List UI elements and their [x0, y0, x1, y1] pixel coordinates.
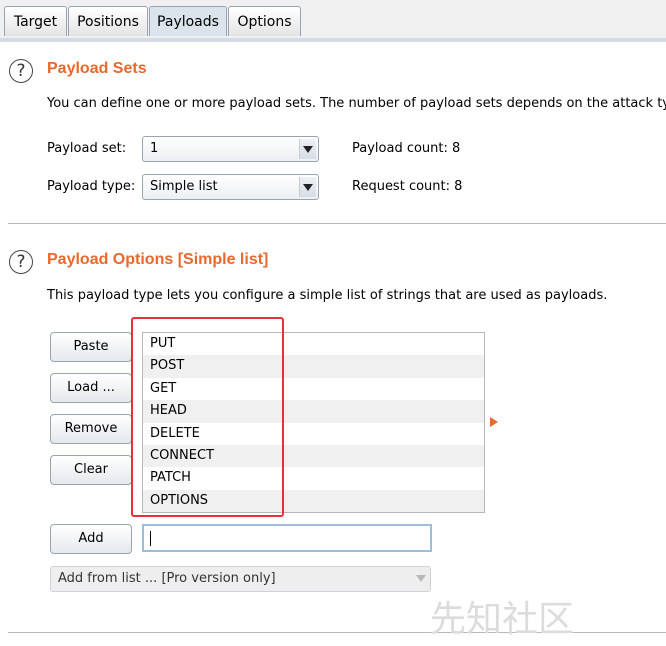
tab-positions[interactable]: Positions — [68, 6, 148, 36]
add-button[interactable]: Add — [50, 524, 132, 554]
add-from-list-select: Add from list ... [Pro version only] — [50, 566, 431, 592]
list-item[interactable]: GET — [143, 378, 484, 400]
add-from-list-label: Add from list ... [Pro version only] — [58, 571, 276, 586]
paste-button[interactable]: Paste — [50, 332, 132, 362]
payload-set-select[interactable]: 1 — [142, 136, 319, 162]
list-item[interactable]: POST — [143, 355, 484, 378]
chevron-down-icon — [416, 575, 426, 582]
tab-bar: Target Positions Payloads Options — [0, 0, 666, 39]
chevron-down-icon — [299, 177, 316, 197]
payload-count: Payload count: 8 — [352, 141, 461, 156]
help-icon[interactable]: ? — [9, 250, 33, 274]
payload-set-label: Payload set: — [47, 141, 127, 156]
payload-list[interactable]: PUT POST GET HEAD DELETE CONNECT PATCH O… — [142, 332, 485, 513]
section-divider — [8, 223, 666, 224]
payload-options-description: This payload type lets you configure a s… — [47, 288, 608, 303]
payload-type-value: Simple list — [150, 179, 218, 194]
clear-button[interactable]: Clear — [50, 455, 132, 485]
tab-underline — [0, 38, 666, 42]
load-button[interactable]: Load ... — [50, 373, 132, 403]
list-item[interactable]: PUT — [143, 333, 484, 355]
payload-set-value: 1 — [150, 141, 159, 156]
text-caret — [150, 531, 151, 546]
list-item[interactable]: HEAD — [143, 400, 484, 423]
payload-type-label: Payload type: — [47, 179, 136, 194]
help-icon[interactable]: ? — [9, 59, 33, 83]
payload-type-select[interactable]: Simple list — [142, 174, 319, 200]
payload-options-title: Payload Options [Simple list] — [47, 251, 269, 268]
chevron-down-icon — [299, 139, 316, 159]
list-item[interactable]: DELETE — [143, 423, 484, 445]
request-count: Request count: 8 — [352, 179, 463, 194]
tab-target[interactable]: Target — [4, 6, 67, 36]
payload-sets-title: Payload Sets — [47, 60, 147, 77]
add-item-input[interactable] — [142, 524, 432, 552]
play-arrow-icon[interactable] — [490, 417, 498, 427]
tab-payloads[interactable]: Payloads — [149, 6, 227, 36]
watermark: 先知社区 — [430, 599, 575, 640]
list-item[interactable]: CONNECT — [143, 444, 484, 468]
remove-button[interactable]: Remove — [50, 414, 132, 444]
tab-options[interactable]: Options — [228, 6, 301, 36]
list-item[interactable]: OPTIONS — [143, 489, 484, 512]
payload-sets-description: You can define one or more payload sets.… — [47, 96, 666, 111]
list-item[interactable]: PATCH — [143, 467, 484, 489]
